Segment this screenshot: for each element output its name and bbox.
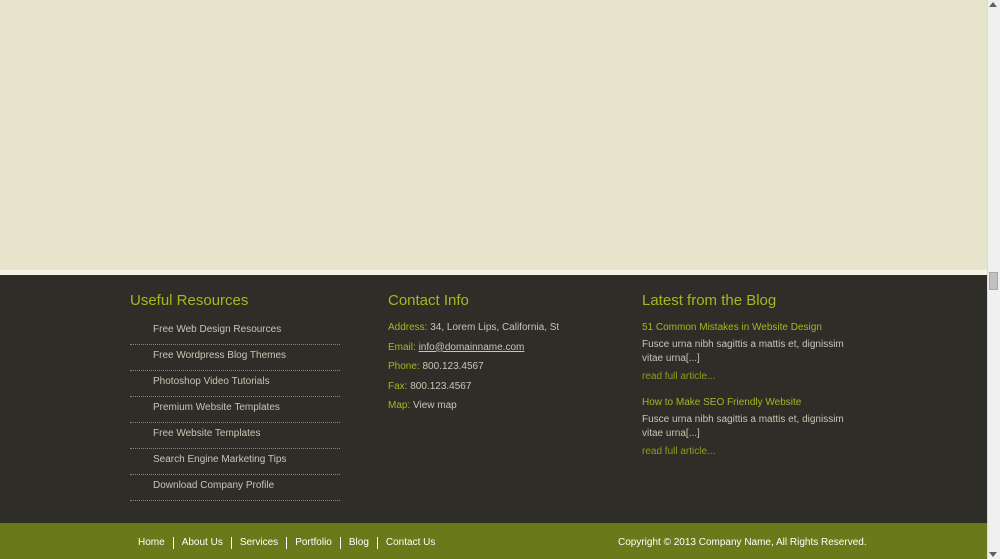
contact-map: Map: View map <box>388 400 559 420</box>
blog-post-title[interactable]: How to Make SEO Friendly Website <box>642 397 852 413</box>
resource-link[interactable]: Free Website Templates <box>153 428 260 439</box>
blog-list: 51 Common Mistakes in Website Design Fus… <box>642 322 852 472</box>
resource-item[interactable]: Search Engine Marketing Tips <box>130 449 340 475</box>
blog-post-excerpt: Fusce urna nibh sagittis a mattis et, di… <box>642 414 844 439</box>
map-link[interactable]: View map <box>413 400 457 411</box>
resources-title: Useful Resources <box>130 292 249 309</box>
scroll-up-icon[interactable] <box>989 2 997 7</box>
resource-link[interactable]: Download Company Profile <box>153 480 274 491</box>
scroll-thumb[interactable] <box>989 272 998 290</box>
phone-label: Phone: <box>388 361 420 372</box>
email-link[interactable]: info@domainname.com <box>419 342 525 353</box>
map-label: Map: <box>388 400 411 411</box>
resource-item[interactable]: Premium Website Templates <box>130 397 340 423</box>
nav-blog[interactable]: Blog <box>341 537 378 549</box>
resource-item[interactable]: Free Web Design Resources <box>130 319 340 345</box>
contact-email: Email: info@domainname.com <box>388 342 559 362</box>
resources-list: Free Web Design Resources Free Wordpress… <box>130 319 340 501</box>
resource-link[interactable]: Premium Website Templates <box>153 402 280 413</box>
resource-item[interactable]: Free Website Templates <box>130 423 340 449</box>
resource-link[interactable]: Free Wordpress Blog Themes <box>153 350 286 361</box>
contact-phone: Phone: 800.123.4567 <box>388 361 559 381</box>
resource-link[interactable]: Photoshop Video Tutorials <box>153 376 270 387</box>
blog-post: 51 Common Mistakes in Website Design Fus… <box>642 322 852 382</box>
nav-home[interactable]: Home <box>130 537 174 549</box>
resource-item[interactable]: Free Wordpress Blog Themes <box>130 345 340 371</box>
footer: Useful Resources Free Web Design Resourc… <box>0 275 987 523</box>
content-area <box>0 0 987 270</box>
address-label: Address: <box>388 322 428 333</box>
read-more-link[interactable]: read full article... <box>642 446 852 457</box>
nav-about-us[interactable]: About Us <box>174 537 232 549</box>
resource-link[interactable]: Search Engine Marketing Tips <box>153 454 286 465</box>
nav-services[interactable]: Services <box>232 537 288 549</box>
phone-value: 800.123.4567 <box>422 361 484 372</box>
contact-fax: Fax: 800.123.4567 <box>388 381 559 401</box>
nav-portfolio[interactable]: Portfolio <box>287 537 341 549</box>
scrollbar[interactable] <box>987 0 1000 559</box>
contact-title: Contact Info <box>388 292 469 309</box>
resource-item[interactable]: Download Company Profile <box>130 475 340 501</box>
fax-label: Fax: <box>388 380 408 392</box>
email-label: Email: <box>388 341 416 353</box>
nav-contact-us[interactable]: Contact Us <box>378 537 443 549</box>
address-value: 34, Lorem Lips, California, St <box>430 322 560 333</box>
blog-title: Latest from the Blog <box>642 292 777 309</box>
copyright-text: Copyright © 2013 Company Name, All Right… <box>618 537 867 548</box>
blog-post-title[interactable]: 51 Common Mistakes in Website Design <box>642 322 852 338</box>
read-more-link[interactable]: read full article... <box>642 371 852 382</box>
contact-list: Address: 34, Lorem Lips, California, St … <box>388 322 559 420</box>
footer-nav: Home About Us Services Portfolio Blog Co… <box>130 536 443 550</box>
contact-address: Address: 34, Lorem Lips, California, St <box>388 322 559 342</box>
blog-post: How to Make SEO Friendly Website Fusce u… <box>642 397 852 457</box>
fax-value: 800.123.4567 <box>410 380 472 392</box>
resource-link[interactable]: Free Web Design Resources <box>153 324 281 335</box>
scroll-down-icon[interactable] <box>989 552 997 557</box>
blog-post-excerpt: Fusce urna nibh sagittis a mattis et, di… <box>642 339 844 364</box>
resource-item[interactable]: Photoshop Video Tutorials <box>130 371 340 397</box>
